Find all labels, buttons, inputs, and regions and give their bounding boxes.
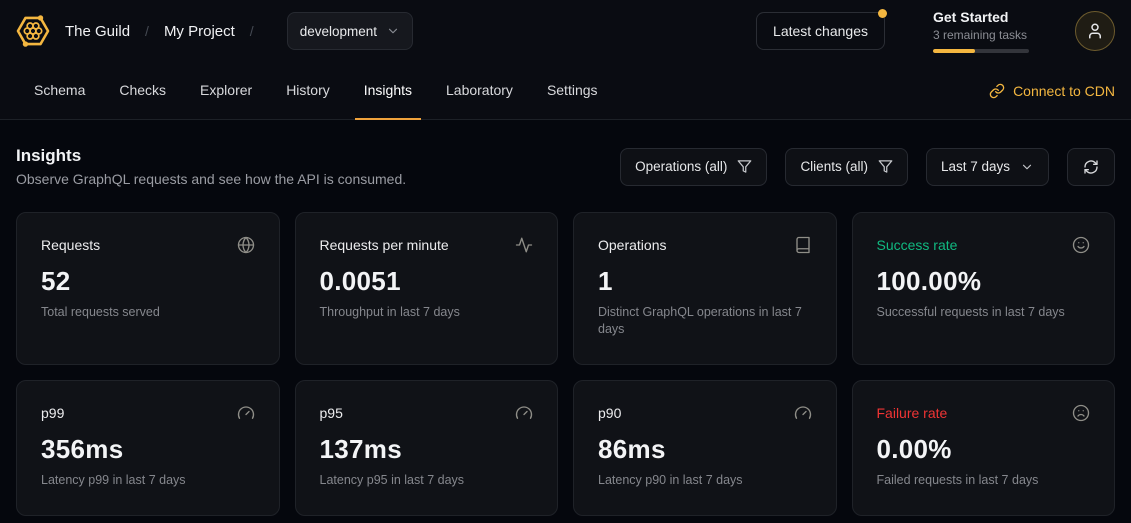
stat-description: Distinct GraphQL operations in last 7 da… <box>598 304 812 338</box>
latest-changes-label: Latest changes <box>773 23 868 39</box>
stat-description: Latency p90 in last 7 days <box>598 472 812 489</box>
get-started-title: Get Started <box>933 9 1039 27</box>
get-started-progress-fill <box>933 49 975 53</box>
operations-filter-button[interactable]: Operations (all) <box>620 148 767 186</box>
stat-description: Total requests served <box>41 304 255 321</box>
get-started-progress-track <box>933 49 1029 53</box>
stat-value: 52 <box>41 266 255 297</box>
stats-grid: Requests 52 Total requests served Reques… <box>16 212 1115 516</box>
stat-description: Latency p99 in last 7 days <box>41 472 255 489</box>
globe-icon <box>237 236 255 254</box>
link-icon <box>989 83 1005 99</box>
breadcrumb-separator: / <box>250 23 254 39</box>
stat-title: Operations <box>598 237 666 253</box>
activity-icon <box>515 236 533 254</box>
chevron-down-icon <box>386 24 400 38</box>
latest-changes-button[interactable]: Latest changes <box>756 12 885 50</box>
notification-dot <box>878 9 887 18</box>
book-icon <box>794 236 812 254</box>
page-title: Insights <box>16 146 406 166</box>
filter-icon <box>737 159 752 174</box>
refresh-icon <box>1083 159 1099 175</box>
stat-value: 100.00% <box>877 266 1091 297</box>
stat-value: 137ms <box>320 434 534 465</box>
target-select[interactable]: development <box>287 12 413 50</box>
breadcrumb-project[interactable]: My Project <box>164 23 235 40</box>
stat-value: 1 <box>598 266 812 297</box>
gauge-icon <box>794 404 812 422</box>
tab-history[interactable]: History <box>277 62 339 120</box>
smile-icon <box>1072 236 1090 254</box>
period-select-label: Last 7 days <box>941 159 1010 174</box>
tab-insights[interactable]: Insights <box>355 62 421 120</box>
stat-title: Requests <box>41 237 100 253</box>
stat-value: 86ms <box>598 434 812 465</box>
tab-checks[interactable]: Checks <box>110 62 175 120</box>
tab-laboratory[interactable]: Laboratory <box>437 62 522 120</box>
connect-to-cdn-label: Connect to CDN <box>1013 83 1115 99</box>
get-started-widget[interactable]: Get Started 3 remaining tasks <box>933 9 1039 53</box>
tab-explorer[interactable]: Explorer <box>191 62 261 120</box>
stat-card-success-rate: Success rate 100.00% Successful requests… <box>852 212 1116 365</box>
page-head-text: Insights Observe GraphQL requests and se… <box>16 146 406 187</box>
stat-title: Success rate <box>877 237 958 253</box>
chevron-down-icon <box>1020 160 1034 174</box>
stat-title: Failure rate <box>877 405 948 421</box>
user-avatar[interactable] <box>1075 11 1115 51</box>
guild-logo-icon[interactable] <box>14 12 52 50</box>
stat-description: Successful requests in last 7 days <box>877 304 1091 321</box>
project-nav: Schema Checks Explorer History Insights … <box>0 62 1131 120</box>
frown-icon <box>1072 404 1090 422</box>
stat-description: Failed requests in last 7 days <box>877 472 1091 489</box>
stat-card-requests-per-minute: Requests per minute 0.0051 Throughput in… <box>295 212 559 365</box>
refresh-button[interactable] <box>1067 148 1115 186</box>
filter-icon <box>878 159 893 174</box>
stat-card-p99: p99 356ms Latency p99 in last 7 days <box>16 380 280 516</box>
stat-card-p90: p90 86ms Latency p90 in last 7 days <box>573 380 837 516</box>
top-bar: The Guild / My Project / development Lat… <box>0 0 1131 62</box>
user-icon <box>1086 22 1104 40</box>
stat-value: 0.00% <box>877 434 1091 465</box>
clients-filter-button[interactable]: Clients (all) <box>785 148 908 186</box>
gauge-icon <box>515 404 533 422</box>
page-subtitle: Observe GraphQL requests and see how the… <box>16 171 406 187</box>
get-started-remaining: 3 remaining tasks <box>933 28 1039 42</box>
insights-page: Insights Observe GraphQL requests and se… <box>0 146 1131 516</box>
breadcrumb-separator: / <box>145 23 149 39</box>
breadcrumb-org[interactable]: The Guild <box>65 23 130 40</box>
stat-value: 356ms <box>41 434 255 465</box>
stat-title: p95 <box>320 405 343 421</box>
stat-value: 0.0051 <box>320 266 534 297</box>
gauge-icon <box>237 404 255 422</box>
stat-card-operations: Operations 1 Distinct GraphQL operations… <box>573 212 837 365</box>
tab-schema[interactable]: Schema <box>25 62 94 120</box>
connect-to-cdn-link[interactable]: Connect to CDN <box>989 83 1115 99</box>
stat-description: Throughput in last 7 days <box>320 304 534 321</box>
tab-settings[interactable]: Settings <box>538 62 607 120</box>
clients-filter-label: Clients (all) <box>800 159 868 174</box>
stat-description: Latency p95 in last 7 days <box>320 472 534 489</box>
stat-title: p99 <box>41 405 64 421</box>
stat-title: p90 <box>598 405 621 421</box>
stat-title: Requests per minute <box>320 237 449 253</box>
stat-card-requests: Requests 52 Total requests served <box>16 212 280 365</box>
target-select-value: development <box>300 24 377 39</box>
nav-spacer <box>623 62 990 119</box>
stat-card-p95: p95 137ms Latency p95 in last 7 days <box>295 380 559 516</box>
period-select-button[interactable]: Last 7 days <box>926 148 1049 186</box>
insights-filters: Operations (all) Clients (all) Last 7 da… <box>620 148 1115 186</box>
stat-card-failure-rate: Failure rate 0.00% Failed requests in la… <box>852 380 1116 516</box>
operations-filter-label: Operations (all) <box>635 159 727 174</box>
